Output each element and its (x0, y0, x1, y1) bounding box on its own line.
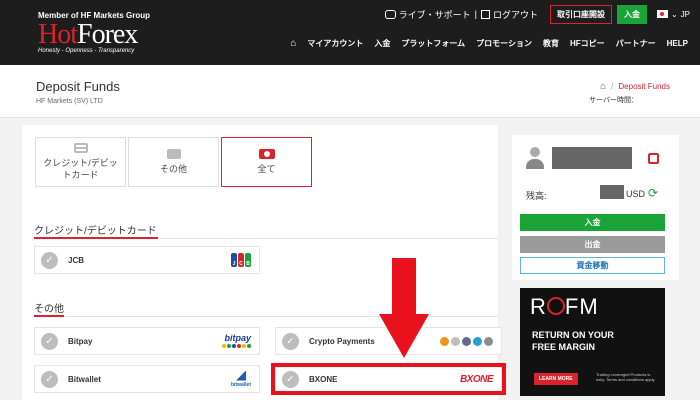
ad-disclaimer: Trading Leveraged Products is risky. Ter… (596, 372, 656, 382)
edit-icon[interactable] (648, 153, 659, 164)
logo-forex: Forex (77, 19, 138, 50)
tab-label: 全て (257, 164, 276, 174)
method-jcb[interactable]: ✓ JCB JCB (34, 246, 260, 274)
live-support-label: ライブ・サポート (398, 9, 471, 20)
refresh-icon[interactable]: ⟳ (648, 186, 658, 200)
method-name: JCB (68, 255, 85, 265)
rofm-ad-banner[interactable]: R FM RETURN ON YOUR FREE MARGIN LEARN MOR… (520, 288, 665, 396)
open-account-button[interactable]: 取引口座開設 (549, 4, 612, 24)
tab-label: その他 (159, 164, 187, 174)
balance-currency: USD (626, 189, 646, 199)
chat-icon (384, 9, 396, 19)
learn-more-button[interactable]: LEARN MORE (534, 373, 578, 385)
tab-other[interactable]: その他 (128, 137, 219, 187)
breadcrumb: ⌂ / Deposit Funds (600, 81, 670, 92)
tab-label: クレジット/デビットカード (43, 158, 118, 180)
breadcrumb-separator: / (611, 82, 614, 91)
main-nav: ⌂ マイアカウント 入金 プラットフォーム プロモーション 教育 HFコピー パ… (290, 38, 688, 49)
top-separator: | (474, 9, 477, 19)
check-icon: ✓ (282, 332, 299, 350)
bxone-highlight-box (271, 363, 506, 395)
method-name: Bitwallet (68, 374, 101, 384)
chevron-down-icon: ⌄ (670, 9, 678, 19)
bitpay-logo: bitpay (222, 334, 251, 348)
nav-promotion[interactable]: プロモーション (476, 38, 532, 49)
ad-line-1: RETURN ON YOUR (532, 330, 614, 340)
live-support-link[interactable]: ライブ・サポート (384, 8, 471, 21)
japan-flag-icon (656, 10, 668, 18)
header-deposit-button[interactable]: 入金 (616, 4, 647, 24)
breadcrumb-current: Deposit Funds (618, 82, 670, 91)
section-underline (34, 237, 158, 239)
home-icon[interactable]: ⌂ (290, 38, 296, 49)
dollar-circle-icon (546, 297, 565, 316)
page-title-bar: Deposit Funds HF Markets (SV) LTD ⌂ / De… (0, 65, 700, 118)
nav-education[interactable]: 教育 (543, 38, 559, 49)
nav-hf-copy[interactable]: HFコピー (570, 38, 605, 49)
logo-tagline: Honesty - Openness - Transparency (38, 48, 135, 54)
page-title: Deposit Funds (36, 79, 120, 94)
method-bitwallet[interactable]: ✓ Bitwallet bitwallet (34, 365, 260, 393)
company-name: HF Markets (SV) LTD (36, 98, 103, 105)
nav-my-account[interactable]: マイアカウント (307, 38, 363, 49)
red-down-arrow-icon (379, 258, 429, 358)
deposit-button[interactable]: 入金 (520, 214, 665, 231)
withdraw-button[interactable]: 出金 (520, 236, 665, 253)
jcb-logo: JCB (231, 253, 251, 267)
logout-label: ログアウト (492, 9, 538, 20)
balance-label: 残高: (526, 191, 547, 201)
section-title-other: その他 (34, 304, 64, 315)
breadcrumb-home-icon[interactable]: ⌂ (600, 81, 606, 92)
top-bar: ライブ・サポート | ログアウト 取引口座開設 入金 ⌄ JP (384, 4, 690, 24)
tab-all[interactable]: 全て (221, 137, 312, 187)
section-underline (34, 315, 64, 317)
redacted-account-name (552, 147, 632, 169)
logout-link[interactable]: ログアウト (480, 8, 538, 21)
money-icon (258, 149, 275, 159)
nav-partner[interactable]: パートナー (616, 38, 656, 49)
ad-title: R FM (530, 294, 599, 319)
check-icon: ✓ (41, 370, 58, 388)
method-bitpay[interactable]: ✓ Bitpay bitpay (34, 327, 260, 355)
server-time: サーバー時間： (589, 97, 638, 104)
redacted-balance (600, 185, 624, 199)
avatar (526, 147, 544, 171)
nav-deposit[interactable]: 入金 (374, 38, 390, 49)
logout-icon (480, 9, 490, 19)
wallet-icon (166, 149, 181, 159)
nav-help[interactable]: HELP (667, 39, 688, 48)
method-name: Bitpay (68, 336, 93, 346)
tab-credit-debit-card[interactable]: クレジット/デビットカード (35, 137, 126, 187)
logo-hot: Hot (38, 19, 78, 50)
credit-card-icon (73, 143, 88, 153)
nav-platform[interactable]: プラットフォーム (401, 38, 465, 49)
site-header: Member of HF Markets Group HotForex Hone… (0, 0, 700, 65)
ad-line-2: FREE MARGIN (532, 342, 595, 352)
language-selector[interactable]: ⌄ JP (656, 9, 690, 19)
section-title-cards: クレジット/デビットカード (34, 226, 157, 237)
bitwallet-logo: bitwallet (231, 370, 251, 388)
language-label: JP (680, 9, 690, 19)
transfer-funds-button[interactable]: 資金移動 (520, 257, 665, 274)
account-sidebar: 残高: USD ⟳ 入金 出金 資金移動 (512, 135, 679, 280)
crypto-coins-icon (440, 336, 493, 346)
check-icon: ✓ (41, 251, 58, 269)
check-icon: ✓ (41, 332, 58, 350)
site-logo[interactable]: HotForex Honesty - Openness - Transparen… (38, 19, 138, 55)
